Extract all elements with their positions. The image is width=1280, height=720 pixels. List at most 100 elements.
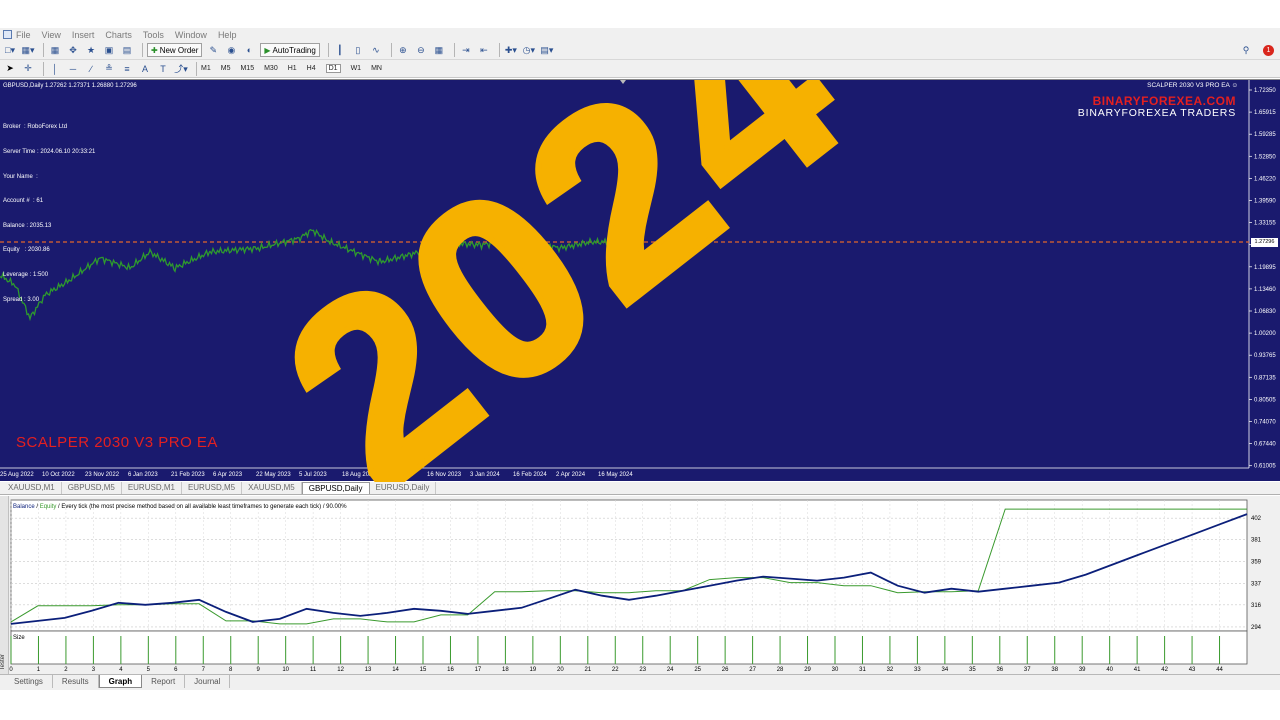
tester-tab-results[interactable]: Results [53, 675, 99, 688]
timeframe-h1[interactable]: H1 [288, 65, 297, 72]
tile-windows-icon[interactable]: ▦ [432, 43, 446, 57]
graph-x-tick-label: 42 [1161, 667, 1168, 673]
menu-help[interactable]: Help [218, 30, 237, 40]
timeframe-h4[interactable]: H4 [307, 65, 316, 72]
signals-icon[interactable]: ◉ [224, 43, 238, 57]
menu-window[interactable]: Window [175, 30, 207, 40]
toolbar-divider [453, 43, 455, 57]
tester-tab-settings[interactable]: Settings [5, 675, 53, 688]
tester-icon[interactable]: ▤ [120, 43, 134, 57]
indicators-icon[interactable]: ✚▾ [504, 43, 518, 57]
graph-x-tick-label: 24 [667, 667, 674, 673]
info-account: Account # : 61 [3, 198, 44, 205]
channel-icon[interactable]: ≗ [102, 62, 116, 76]
new-chart-icon[interactable]: □▾ [3, 43, 17, 57]
text-icon[interactable]: A [138, 62, 152, 76]
market-watch-icon[interactable]: ▦ [48, 43, 62, 57]
horizontal-line-icon[interactable]: ─ [66, 62, 80, 76]
new-order-icon: ✚ [151, 45, 158, 55]
graph-x-tick-label: 16 [447, 667, 454, 673]
graph-x-tick-label: 4 [119, 667, 123, 673]
fibonacci-icon[interactable]: ≡ [120, 62, 134, 76]
graph-x-tick-label: 38 [1051, 667, 1058, 673]
search-icon[interactable]: ⚲ [1239, 43, 1253, 57]
timeframe-m1[interactable]: M1 [201, 65, 211, 72]
menu-charts[interactable]: Charts [105, 30, 132, 40]
navigator-icon[interactable]: ★ [84, 43, 98, 57]
graph-x-tick-label: 44 [1216, 667, 1223, 673]
graph-y-tick-label: 337 [1251, 582, 1262, 588]
chart-symbol-header: GBPUSD,Daily 1.27262 1.27371 1.26880 1.2… [3, 83, 137, 89]
timeframe-mn[interactable]: MN [371, 65, 382, 72]
bar-chart-icon[interactable]: ┃ [333, 43, 347, 57]
timeframe-m15[interactable]: M15 [240, 65, 254, 72]
price-tick-label: 0.61005 [1254, 464, 1276, 470]
account-info-panel: Broker : RoboForex Ltd Server Time : 202… [3, 107, 95, 320]
chart-shift-icon[interactable]: ⇤ [477, 43, 491, 57]
price-tick-label: 1.00200 [1254, 331, 1276, 337]
menu-file[interactable]: File [16, 30, 31, 40]
chart-tab-xauusd-m1[interactable]: XAUUSD,M1 [2, 482, 62, 494]
price-chart-canvas: 1.72350 1.65915 1.59285 1.52850 1.46220 1.395… [0, 80, 1280, 482]
trendline-icon[interactable]: ∕ [84, 62, 98, 76]
timeframe-w1[interactable]: W1 [351, 65, 362, 72]
line-chart-icon[interactable]: ∿ [369, 43, 383, 57]
metaeditor-icon[interactable]: ✎ [206, 43, 220, 57]
notification-badge[interactable]: 1 [1263, 44, 1274, 56]
menu-bar: File View Insert Charts Tools Window Hel… [0, 28, 1280, 41]
chart-tab-xauusd-m5[interactable]: XAUUSD,M5 [242, 482, 302, 494]
vps-icon[interactable]: ◐ [242, 43, 256, 57]
graph-x-tick-label: 18 [502, 667, 509, 673]
timeframe-d1[interactable]: D1 [325, 64, 341, 73]
tester-tab-graph[interactable]: Graph [98, 675, 143, 688]
chart-tab-gbpusd-daily[interactable]: GBPUSD,Daily [301, 482, 370, 494]
price-tick-label: 1.52850 [1254, 154, 1276, 160]
toolbar-divider [327, 43, 329, 57]
price-tick-label: 1.19895 [1254, 265, 1276, 271]
zoom-out-icon[interactable]: ⊖ [414, 43, 428, 57]
date-tick-label: 16 May 2024 [598, 472, 633, 478]
menu-view[interactable]: View [42, 30, 61, 40]
menu-tools[interactable]: Tools [143, 30, 164, 40]
zoom-in-icon[interactable]: ⊕ [396, 43, 410, 57]
price-tick-label: 1.59285 [1254, 132, 1276, 138]
price-tick-label: 1.13460 [1254, 287, 1276, 293]
templates-icon[interactable]: ▤▾ [540, 43, 554, 57]
profiles-icon[interactable]: ▦▾ [21, 43, 35, 57]
timeframe-m30[interactable]: M30 [264, 65, 278, 72]
menu-insert[interactable]: Insert [72, 30, 95, 40]
text-label-icon[interactable]: T [156, 62, 170, 76]
auto-scroll-icon[interactable]: ⇥ [459, 43, 473, 57]
candles-icon[interactable]: ▯ [351, 43, 365, 57]
standard-toolbar: □▾ ▦▾ ▦ ✥ ★ ▣ ▤ ✚ New Order ✎ ◉ ◐ ▶ AutoTr… [0, 41, 1280, 60]
timeframe-m5[interactable]: M5 [221, 65, 231, 72]
graph-x-tick-label: 25 [694, 667, 701, 673]
vertical-line-icon[interactable]: │ [48, 62, 62, 76]
periods-icon[interactable]: ◷▾ [522, 43, 536, 57]
toolbar-divider [196, 61, 197, 76]
crosshair-icon[interactable]: ✛ [21, 62, 35, 76]
tester-tab-journal[interactable]: Journal [185, 675, 231, 688]
graph-x-tick-label: 19 [530, 667, 537, 673]
graph-x-tick-label: 41 [1134, 667, 1141, 673]
ea-watermark-label: SCALPER 2030 V3 PRO EA [16, 434, 218, 451]
arrows-icon[interactable]: ⤴▾ [174, 62, 188, 76]
price-chart[interactable]: 1.72350 1.65915 1.59285 1.52850 1.46220 1.395… [0, 79, 1280, 482]
chart-tab-eurusd-m5[interactable]: EURUSD,M5 [182, 482, 243, 494]
cursor-icon[interactable]: ➤ [3, 62, 17, 76]
new-order-button[interactable]: ✚ New Order [147, 43, 203, 57]
autotrading-button[interactable]: ▶ AutoTrading [260, 43, 320, 57]
ea-name-text: SCALPER 2030 V3 PRO EA [1147, 82, 1230, 89]
chart-tab-eurusd-m1[interactable]: EURUSD,M1 [122, 482, 182, 494]
data-window-icon[interactable]: ✥ [66, 43, 80, 57]
info-equity: Equity : 2030.86 [3, 247, 50, 254]
price-tick-label: 1.33155 [1254, 221, 1276, 227]
terminal-icon[interactable]: ▣ [102, 43, 116, 57]
chart-tab-gbpusd-m5[interactable]: GBPUSD,M5 [62, 482, 122, 494]
graph-x-tick-label: 9 [257, 667, 261, 673]
chart-tab-eurusd-daily[interactable]: EURUSD,Daily [370, 482, 437, 494]
date-tick-label: 6 Jan 2023 [128, 472, 158, 478]
tester-tab-report[interactable]: Report [142, 675, 186, 688]
price-tick-label: 1.06830 [1254, 309, 1276, 315]
info-server-time: Server Time : 2024.06.10 20:33:21 [3, 149, 96, 156]
